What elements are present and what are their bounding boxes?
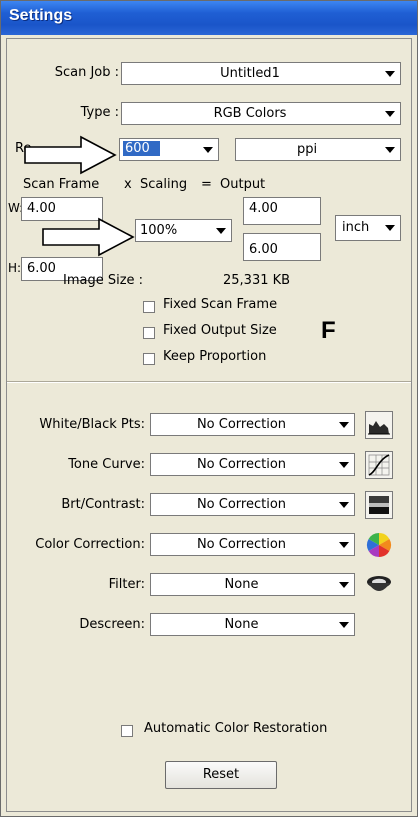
filter-label: Filter: xyxy=(108,577,145,592)
brightness-contrast-icon[interactable] xyxy=(365,491,393,519)
keep-proportion-label: Keep Proportion xyxy=(163,349,267,364)
white-black-pts-value: No Correction xyxy=(196,417,287,432)
resolution-unit-select[interactable]: ppi xyxy=(235,138,401,161)
reset-button[interactable]: Reset xyxy=(165,761,277,789)
type-label: Type : xyxy=(80,105,119,120)
image-size-value: 25,331 KB xyxy=(223,273,291,288)
chevron-down-icon[interactable] xyxy=(383,222,397,233)
tone-curve-icon[interactable] xyxy=(365,451,393,479)
height-label: H: xyxy=(8,261,22,275)
equals-header: = xyxy=(201,177,212,192)
scan-job-select[interactable]: Untitled1 xyxy=(121,62,401,85)
settings-window: Settings Scan Job : Untitled1 Type : RGB… xyxy=(0,0,418,817)
title-bar[interactable]: Settings xyxy=(1,1,417,35)
output-height-input[interactable]: 6.00 xyxy=(243,233,321,261)
scaling-value: 100% xyxy=(140,223,178,238)
filter-select[interactable]: None xyxy=(150,573,355,596)
resolution-unit-value: ppi xyxy=(296,142,318,157)
scaling-select[interactable]: 100% xyxy=(135,219,232,242)
filter-value: None xyxy=(224,577,259,592)
chevron-down-icon[interactable] xyxy=(337,459,351,470)
filter-lens-icon[interactable] xyxy=(365,571,393,599)
descreen-select[interactable]: None xyxy=(150,613,355,636)
descreen-value: None xyxy=(224,617,259,632)
scan-frame-header: Scan Frame xyxy=(23,177,100,192)
tone-curve-value: No Correction xyxy=(196,457,287,472)
fixed-scan-frame-checkbox[interactable] xyxy=(143,301,155,313)
descreen-label: Descreen: xyxy=(79,617,145,632)
keep-proportion-checkbox[interactable] xyxy=(143,353,155,365)
output-unit-value: inch xyxy=(342,220,370,235)
f-badge: F xyxy=(321,317,336,344)
scaling-header: Scaling xyxy=(140,177,188,192)
white-black-pts-label: White/Black Pts: xyxy=(39,417,145,432)
brt-contrast-label: Brt/Contrast: xyxy=(61,497,145,512)
chevron-down-icon[interactable] xyxy=(337,539,351,550)
chevron-down-icon[interactable] xyxy=(383,108,397,119)
output-width-value: 4.00 xyxy=(249,201,278,216)
auto-color-restoration-label: Automatic Color Restoration xyxy=(144,721,328,736)
brt-contrast-select[interactable]: No Correction xyxy=(150,493,355,516)
type-value: RGB Colors xyxy=(213,106,287,121)
output-unit-select[interactable]: inch xyxy=(335,215,401,241)
chevron-down-icon[interactable] xyxy=(383,68,397,79)
brt-contrast-value: No Correction xyxy=(196,497,287,512)
chevron-down-icon[interactable] xyxy=(214,225,228,236)
height-value: 6.00 xyxy=(27,261,56,276)
resolution-value: 600 xyxy=(123,141,160,156)
white-black-pts-select[interactable]: No Correction xyxy=(150,413,355,436)
chevron-down-icon[interactable] xyxy=(383,144,397,155)
output-height-value: 6.00 xyxy=(249,242,278,257)
fixed-scan-frame-label: Fixed Scan Frame xyxy=(163,297,278,312)
color-wheel-icon[interactable] xyxy=(365,531,393,559)
callout-arrow-icon xyxy=(24,135,117,175)
histogram-icon[interactable] xyxy=(365,411,393,439)
tone-curve-select[interactable]: No Correction xyxy=(150,453,355,476)
chevron-down-icon[interactable] xyxy=(337,499,351,510)
chevron-down-icon[interactable] xyxy=(337,419,351,430)
color-correction-label: Color Correction: xyxy=(35,537,145,552)
width-value: 4.00 xyxy=(27,201,56,216)
window-title: Settings xyxy=(9,7,73,24)
fixed-output-size-label: Fixed Output Size xyxy=(163,323,277,338)
settings-panel: Scan Job : Untitled1 Type : RGB Colors R… xyxy=(6,38,412,812)
auto-color-restoration-checkbox[interactable] xyxy=(121,725,133,737)
chevron-down-icon[interactable] xyxy=(337,619,351,630)
times-header: x xyxy=(124,177,132,192)
callout-arrow-icon xyxy=(42,217,135,257)
output-header: Output xyxy=(220,177,266,192)
chevron-down-icon[interactable] xyxy=(201,144,215,155)
resolution-select[interactable]: 600 xyxy=(119,138,219,161)
color-correction-value: No Correction xyxy=(196,537,287,552)
scan-job-label: Scan Job : xyxy=(54,65,119,80)
fixed-output-size-checkbox[interactable] xyxy=(143,327,155,339)
scan-job-value: Untitled1 xyxy=(220,66,280,81)
section-divider xyxy=(7,381,411,383)
image-size-label: Image Size : xyxy=(63,273,144,288)
output-width-input[interactable]: 4.00 xyxy=(243,197,321,225)
tone-curve-label: Tone Curve: xyxy=(68,457,145,472)
color-correction-select[interactable]: No Correction xyxy=(150,533,355,556)
type-select[interactable]: RGB Colors xyxy=(121,102,401,125)
chevron-down-icon[interactable] xyxy=(337,579,351,590)
